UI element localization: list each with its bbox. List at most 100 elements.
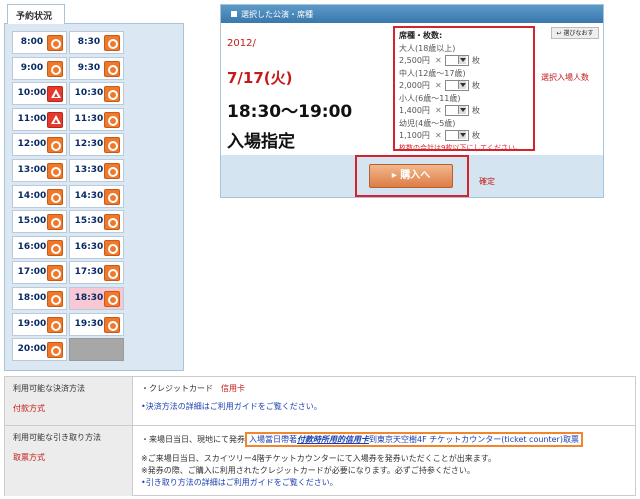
purchase-button[interactable]: ▸ 購入へ	[369, 164, 453, 188]
triangle-icon[interactable]	[47, 86, 63, 103]
timeslot[interactable]: 19:00	[12, 312, 67, 336]
pickup-note-1: ※ご来場日当日、スカイツリー4階チケットカウンターにて入場券を発券いただくことが…	[141, 454, 496, 463]
quantity-select[interactable]	[445, 104, 469, 116]
pickup-label-cell: 利用可能な引き取り方法 取票方式	[5, 426, 133, 496]
timeslot[interactable]: 15:30	[69, 210, 124, 234]
reselect-button[interactable]: ↩ 選びなおす	[551, 27, 599, 39]
timeslot[interactable]: 9:00	[12, 56, 67, 80]
timeslot[interactable]: 13:30	[69, 159, 124, 182]
circle-icon[interactable]	[47, 35, 63, 51]
circle-icon[interactable]	[104, 60, 120, 77]
triangle-icon[interactable]	[47, 111, 63, 128]
timeslot-empty	[69, 338, 124, 362]
circle-icon[interactable]	[104, 137, 120, 154]
timeslot-time: 14:30	[74, 190, 104, 201]
seat-quantity-box: 席種・枚数: 大人(18歳以上) 2,500円 ✕ 枚中人(12歳～17歳) 2,000…	[393, 26, 535, 152]
circle-icon[interactable]	[47, 316, 63, 333]
seat-price: 1,100円	[399, 130, 430, 140]
timeslot[interactable]: 13:00	[12, 159, 67, 182]
quantity-select[interactable]	[445, 79, 469, 91]
times-icon: ✕	[435, 55, 442, 65]
confirm-label: 確定	[479, 177, 495, 186]
circle-icon[interactable]	[104, 35, 120, 51]
timeslot[interactable]: 17:00	[12, 261, 67, 285]
circle-icon[interactable]	[104, 214, 120, 231]
chevron-down-icon[interactable]	[458, 56, 466, 64]
timeslot-time: 11:30	[74, 113, 104, 124]
timeslot-time: 18:00	[17, 293, 47, 303]
timeslot[interactable]: 12:30	[69, 133, 124, 157]
circle-icon[interactable]	[104, 265, 120, 282]
timeslot-time: 16:00	[17, 241, 47, 252]
timeslot-time: 18:30	[74, 293, 104, 303]
timeslot-time: 14:00	[17, 190, 47, 201]
chevron-down-icon[interactable]	[458, 81, 466, 89]
timeslot-time: 12:00	[17, 139, 47, 150]
timeslot-time: 10:30	[74, 88, 104, 99]
payment-guide-link[interactable]: •決済方法の詳細はご利用ガイドをご覧ください。	[141, 402, 322, 411]
quantity-select[interactable]	[445, 54, 469, 66]
timeslot-time: 17:00	[17, 267, 47, 278]
circle-icon[interactable]	[104, 188, 120, 205]
circle-icon[interactable]	[104, 111, 120, 128]
timeslot[interactable]: 12:00	[12, 133, 67, 157]
timeslot[interactable]: 16:00	[12, 235, 67, 259]
payment-row: 利用可能な決済方法 付款方式 ・クレジットカード 信用卡 •決済方法の詳細はご利…	[5, 377, 635, 426]
chevron-down-icon[interactable]	[458, 131, 466, 139]
schedule-section: 予約状況 8:00 8:30 9:00 9:30 10:00 10:30 11:00 11:3…	[4, 4, 184, 371]
seat-category-row: 1,400円 ✕ 枚	[399, 104, 529, 116]
circle-icon[interactable]	[104, 163, 120, 179]
circle-icon[interactable]	[47, 265, 63, 282]
pickup-highlight-c: 到東京天空樹4F チケットカウンター(ticket counter)取票	[369, 435, 579, 444]
seat-category-name: 小人(6歳～11歳)	[399, 94, 461, 103]
circle-icon[interactable]	[104, 291, 120, 307]
timeslot[interactable]: 11:30	[69, 107, 124, 131]
timeslot[interactable]: 17:30	[69, 261, 124, 285]
circle-icon[interactable]	[47, 163, 63, 179]
pickup-guide-link[interactable]: •引き取り方法の詳細はご利用ガイドをご覧ください。	[141, 478, 338, 487]
timeslot[interactable]: 10:00	[12, 82, 67, 106]
seat-title: 席種・枚数:	[399, 31, 443, 40]
timeslot[interactable]: 11:00	[12, 107, 67, 131]
circle-icon[interactable]	[104, 239, 120, 256]
pickup-highlight: 入場當日帶著付款時所用的信用卡到東京天空樹4F チケットカウンター(ticket…	[245, 432, 583, 447]
payment-label-cell: 利用可能な決済方法 付款方式	[5, 377, 133, 425]
timeslot[interactable]: 10:30	[69, 82, 124, 106]
timeslot-time: 20:00	[17, 344, 47, 355]
seat-category-row: 1,100円 ✕ 枚	[399, 129, 529, 141]
timeslot-time: 17:30	[74, 267, 104, 278]
circle-icon[interactable]	[104, 316, 120, 333]
timeslot[interactable]: 20:00	[12, 338, 67, 362]
timeslot[interactable]: 19:30	[69, 312, 124, 336]
timeslot[interactable]: 9:30	[69, 56, 124, 80]
pickup-body: ・来場日当日、現地にて発券 入場當日帶著付款時所用的信用卡到東京天空樹4F チケッ…	[141, 426, 631, 496]
tab-reservation-status[interactable]: 予約状況	[7, 4, 65, 24]
circle-icon[interactable]	[47, 239, 63, 256]
timeslot[interactable]: 16:30	[69, 235, 124, 259]
circle-icon[interactable]	[47, 188, 63, 205]
timeslot[interactable]: 14:30	[69, 184, 124, 208]
seat-unit: 枚	[472, 105, 480, 115]
chevron-down-icon[interactable]	[458, 106, 466, 114]
pickup-sub-label: 取票方式	[13, 453, 45, 462]
timeslot[interactable]: 15:00	[12, 210, 67, 234]
circle-icon[interactable]	[104, 86, 120, 103]
timeslot[interactable]: 14:00	[12, 184, 67, 208]
timeslot[interactable]: 18:30	[69, 287, 124, 310]
timeslot[interactable]: 8:00	[12, 31, 67, 54]
admission-type: 入場指定	[227, 132, 295, 152]
circle-icon[interactable]	[47, 60, 63, 77]
pickup-method: ・来場日当日、現地にて発券	[141, 435, 245, 444]
seat-unit: 枚	[472, 80, 480, 90]
circle-icon[interactable]	[47, 137, 63, 154]
circle-icon[interactable]	[47, 342, 63, 359]
circle-icon[interactable]	[47, 291, 63, 307]
seat-note: 枚数の合計は9枚以下にしてください。	[399, 144, 523, 152]
quantity-select[interactable]	[445, 129, 469, 141]
seat-price: 2,000円	[399, 80, 430, 90]
circle-icon[interactable]	[47, 214, 63, 231]
timeslot[interactable]: 18:00	[12, 287, 67, 310]
timeslot[interactable]: 8:30	[69, 31, 124, 54]
seat-category-name: 幼児(4歳～5歳)	[399, 119, 456, 128]
selected-time-range: 18:30～19:00	[227, 102, 353, 122]
